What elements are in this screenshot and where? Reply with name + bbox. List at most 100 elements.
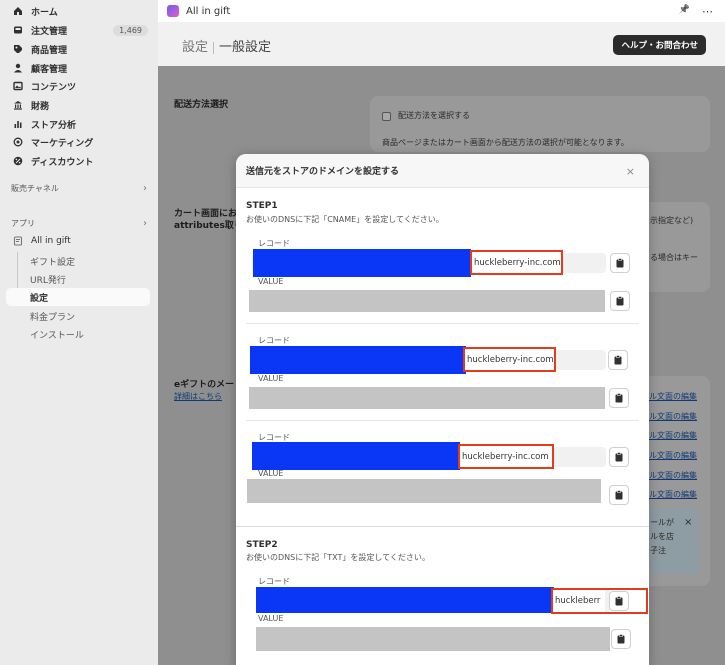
- apps-label: アプリ: [11, 219, 35, 228]
- sidebar-item-home[interactable]: ホーム: [6, 2, 152, 20]
- cart-attributes-label-2: attributes取り: [174, 221, 243, 231]
- sidebar-item-finance[interactable]: 財務: [6, 96, 152, 114]
- sidebar-subitem-pricing[interactable]: 料金プラン: [30, 310, 75, 323]
- sidebar-subitem-gift-settings[interactable]: ギフト設定: [30, 255, 75, 268]
- target-icon: [13, 137, 23, 147]
- record-domain-highlight: huckleberry-inc.com: [463, 347, 556, 372]
- copy-record-button[interactable]: [610, 253, 630, 273]
- copy-record-button[interactable]: [609, 447, 629, 467]
- cart-attributes-text-2: る場合はキー: [650, 253, 698, 262]
- app-logo: [167, 5, 179, 17]
- sidebar-item-marketing[interactable]: マーケティング: [6, 133, 152, 151]
- sidebar-item-analytics[interactable]: ストア分析: [6, 115, 152, 133]
- copy-value-button[interactable]: [610, 291, 630, 311]
- sidebar-item-label: ディスカウント: [31, 157, 94, 168]
- copy-value-button[interactable]: [609, 388, 629, 408]
- bar-chart-icon: [13, 119, 23, 129]
- record-label: レコード: [258, 239, 290, 248]
- clipboard-icon: [615, 596, 623, 606]
- sidebar-item-all-in-gift[interactable]: All in gift: [6, 232, 152, 250]
- sales-channels-label: 販売チャネル: [11, 184, 59, 193]
- app-title: All in gift: [186, 5, 231, 17]
- sidebar-item-label: 注文管理: [31, 26, 68, 37]
- copy-value-button[interactable]: [609, 485, 629, 505]
- details-link[interactable]: 詳細はこちら: [174, 391, 222, 402]
- sidebar-item-discounts[interactable]: ディスカウント: [6, 152, 152, 170]
- edit-mail-link[interactable]: ル文面の編集: [649, 489, 697, 500]
- app-topbar: All in gift 📌 ⋯: [158, 0, 725, 22]
- redacted-value[interactable]: [247, 479, 601, 503]
- record-label: レコード: [258, 336, 290, 345]
- edit-mail-link[interactable]: ル文面の編集: [649, 411, 697, 422]
- edit-mail-link[interactable]: ル文面の編集: [649, 470, 697, 481]
- step1-title: STEP1: [246, 201, 278, 211]
- close-icon[interactable]: ×: [626, 165, 635, 178]
- modal-title: 送信元をストアのドメインを設定する: [246, 167, 400, 177]
- sidebar-item-customers[interactable]: 顧客管理: [6, 59, 152, 77]
- help-contact-button[interactable]: ヘルプ・お問合わせ: [613, 35, 706, 55]
- step1-description: お使いのDNSに下記「CNAME」を設定してください。: [246, 215, 444, 224]
- person-icon: [13, 63, 23, 73]
- redacted-value[interactable]: [256, 627, 610, 651]
- redacted-value[interactable]: [249, 290, 605, 312]
- shipping-method-checkbox-label: 配送方法を選択する: [398, 111, 470, 120]
- sidebar-item-label: All in gift: [31, 236, 71, 246]
- record-label: レコード: [258, 577, 290, 586]
- page-title: 一般設定: [219, 40, 272, 55]
- sidebar-item-label: ホーム: [31, 7, 58, 18]
- shipping-method-label: 配送方法選択: [174, 100, 229, 110]
- apps-heading[interactable]: アプリ ›: [11, 218, 147, 229]
- breadcrumb-separator: [213, 41, 215, 54]
- sidebar-item-label: マーケティング: [31, 138, 94, 149]
- sidebar: ホーム 注文管理 1,469 商品管理 顧客管理 コンテンツ 財務 ストア分析 …: [0, 0, 158, 665]
- shipping-method-checkbox[interactable]: [382, 112, 391, 121]
- step2-title: STEP2: [246, 540, 278, 550]
- copy-record-button[interactable]: [608, 350, 628, 370]
- app-icon: [13, 236, 23, 246]
- shipping-method-description: 商品ページまたはカート画面から配送方法の選択が可能となります。: [382, 138, 629, 147]
- cart-attributes-text: 示指定など): [650, 216, 694, 225]
- pin-icon[interactable]: 📌: [679, 5, 690, 18]
- record-domain-highlight: huckleberry-inc.com: [458, 444, 554, 469]
- breadcrumb-settings[interactable]: 設定: [182, 40, 208, 55]
- sidebar-item-label: 財務: [31, 101, 50, 112]
- inbox-icon: [13, 25, 23, 35]
- sidebar-item-products[interactable]: 商品管理: [6, 40, 152, 58]
- sidebar-item-label: コンテンツ: [31, 82, 77, 93]
- banner-text: 子注: [650, 546, 666, 555]
- sidebar-subitem-settings[interactable]: 設定: [6, 288, 150, 306]
- record-domain-highlight: huckleberry-inc.com: [470, 250, 563, 275]
- banner-text: ールが: [650, 518, 674, 527]
- egift-mail-label: eギフトのメー: [174, 380, 235, 390]
- more-icon[interactable]: ⋯: [702, 5, 713, 18]
- sidebar-subitem-url[interactable]: URL発行: [30, 273, 66, 286]
- edit-mail-link[interactable]: ル文面の編集: [649, 391, 697, 402]
- domain-setup-modal: 送信元をストアのドメインを設定する × STEP1 お使いのDNSに下記「CNA…: [236, 154, 649, 665]
- edit-mail-link[interactable]: ル文面の編集: [649, 450, 697, 461]
- sidebar-item-content[interactable]: コンテンツ: [6, 77, 152, 95]
- sidebar-item-label: 顧客管理: [31, 64, 68, 75]
- value-label: VALUE: [258, 469, 284, 478]
- page-header: 設定 一般設定 ヘルプ・お問合わせ: [158, 22, 725, 66]
- redacted-value[interactable]: [249, 387, 605, 409]
- edit-mail-link[interactable]: ル文面の編集: [649, 430, 697, 441]
- clipboard-icon: [615, 452, 623, 462]
- discount-icon: [13, 156, 23, 166]
- banner-text: ルを店: [650, 532, 674, 541]
- chevron-right-icon: ›: [143, 218, 147, 229]
- sidebar-item-orders[interactable]: 注文管理 1,469: [6, 21, 152, 39]
- clipboard-icon: [616, 258, 624, 268]
- order-count-badge: 1,469: [113, 24, 148, 36]
- banner-close-icon[interactable]: ×: [684, 517, 692, 528]
- clipboard-icon: [615, 393, 623, 403]
- clipboard-icon: [616, 296, 624, 306]
- breadcrumb: 設定 一般設定: [182, 36, 271, 55]
- redacted-record: [256, 587, 554, 613]
- step2-description: お使いのDNSに下記「TXT」を設定してください。: [246, 553, 430, 562]
- sales-channels-heading[interactable]: 販売チャネル ›: [11, 183, 147, 194]
- copy-record-button[interactable]: [609, 591, 629, 611]
- copy-value-button[interactable]: [611, 629, 631, 649]
- value-label: VALUE: [258, 614, 284, 623]
- sidebar-subitem-install[interactable]: インストール: [30, 328, 84, 341]
- content-icon: [13, 81, 23, 91]
